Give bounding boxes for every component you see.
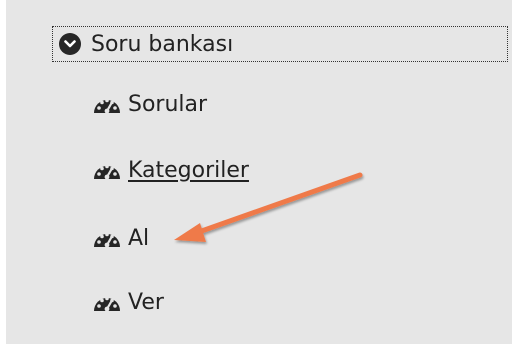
annotation-arrow <box>174 172 363 242</box>
